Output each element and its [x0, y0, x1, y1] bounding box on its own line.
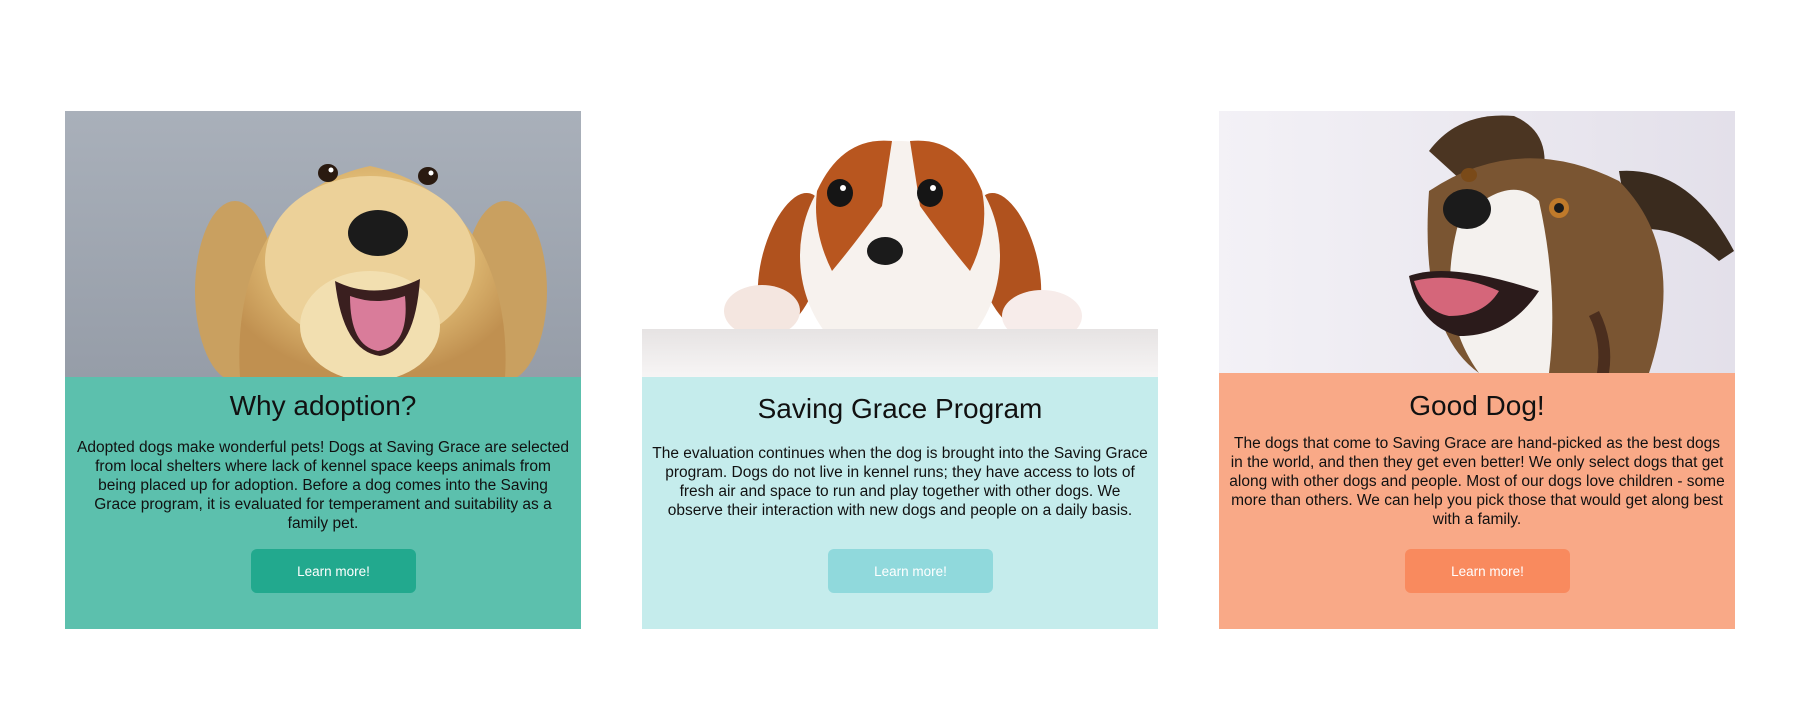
card-saving-grace-program: Saving Grace Program The evaluation cont… [642, 111, 1158, 629]
card-title: Why adoption? [229, 390, 417, 421]
feature-cards: Why adoption? Adopted dogs make wonderfu… [65, 111, 1735, 629]
puppy-over-ledge-photo [642, 111, 1158, 377]
card-description: The evaluation continues when the dog is… [652, 445, 1148, 519]
card-description: The dogs that come to Saving Grace are h… [1229, 435, 1725, 528]
card-good-dog: Good Dog! The dogs that come to Saving G… [1219, 111, 1735, 629]
card-title: Saving Grace Program [757, 393, 1043, 424]
golden-retriever-photo [65, 111, 581, 377]
learn-more-button[interactable]: Learn more! [1405, 549, 1570, 593]
learn-more-button[interactable]: Learn more! [251, 549, 416, 593]
card-description: Adopted dogs make wonderful pets! Dogs a… [77, 439, 569, 532]
happy-terrier-photo [1219, 111, 1735, 373]
learn-more-button[interactable]: Learn more! [828, 549, 993, 593]
card-why-adoption: Why adoption? Adopted dogs make wonderfu… [65, 111, 581, 629]
card-title: Good Dog! [1409, 390, 1545, 421]
